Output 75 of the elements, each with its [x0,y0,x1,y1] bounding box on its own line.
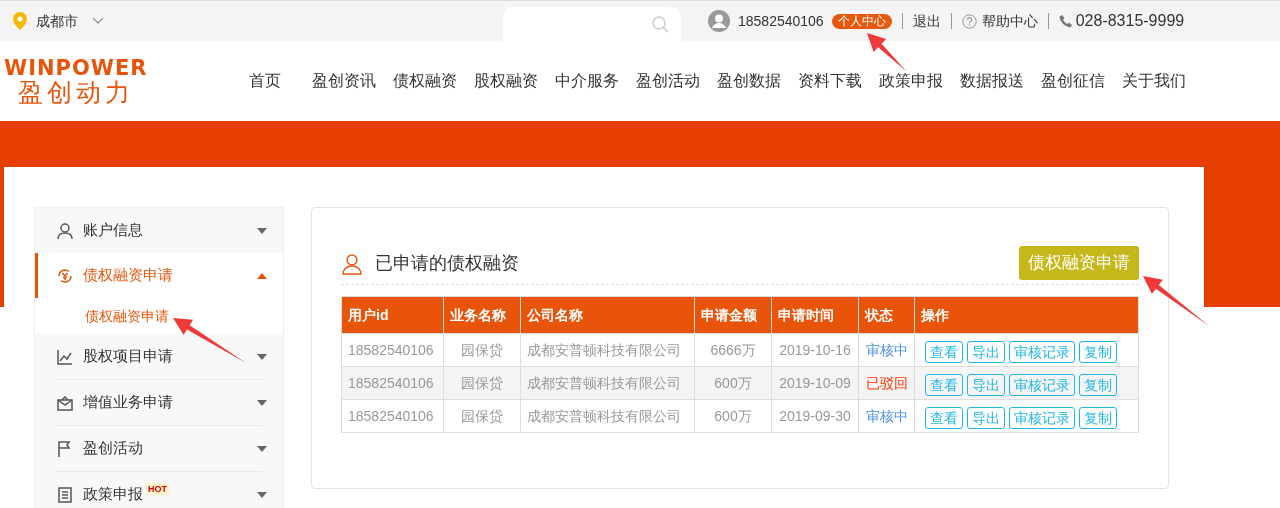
table-cell: 18582540106 [341,399,444,433]
annotation-arrow [867,33,906,71]
user-id: 18582540106 [738,11,824,31]
status-cell: 审核中 [858,333,915,367]
caret-down-icon [257,353,267,360]
table-cell: 2019-10-09 [771,366,859,400]
nav-link[interactable]: 债权融资 [393,69,457,93]
nav-link[interactable]: 首页 [249,69,281,93]
search-field[interactable] [503,7,681,41]
hot-badge: HOT [146,482,169,495]
caret-up-icon [257,272,267,279]
personal-center-link[interactable]: 个人中心 [831,13,892,29]
caret-down-icon [257,491,267,498]
city-label: 成都市 [36,11,78,31]
nav-link[interactable]: 盈创数据 [717,69,781,93]
status-cell: 已驳回 [858,366,915,400]
hotline-number: 028-8315-9999 [1075,11,1185,31]
caret-down-icon [257,399,267,406]
nav-link[interactable]: 关于我们 [1122,69,1186,93]
user-icon [341,252,363,275]
table-cell: 成都安普顿科技有限公司 [520,333,695,367]
sidebar-item[interactable]: 政策申报 HOT [35,472,283,508]
sidebar-item[interactable]: 增值业务申请 [35,380,283,425]
sidebar-item[interactable]: 股权项目申请 [35,334,283,379]
line-chart-icon [56,347,74,366]
table-cell: 成都安普顿科技有限公司 [520,366,695,400]
column-header: 状态 [858,296,915,334]
annotation-arrow [1143,276,1209,326]
chevron-down-icon[interactable] [92,17,104,25]
caret-down-icon [257,445,267,452]
sidebar-item[interactable]: 盈创活动 [35,426,283,471]
yuan-cycle-icon [56,266,74,285]
nav-link[interactable]: 数据报送 [960,69,1024,93]
avatar-icon[interactable] [708,10,730,32]
table-cell: 600万 [694,399,772,433]
nav-link[interactable]: 中介服务 [555,69,619,93]
section-title: 已申请的债权融资 [375,252,519,275]
table-cell: 2019-10-16 [771,333,859,367]
document-list-icon [56,485,74,504]
nav-link[interactable]: 盈创资讯 [312,69,376,93]
table-cell: 18582540106 [341,366,444,400]
caret-down-icon [257,227,267,234]
nav-link[interactable]: 政策申报 [879,69,943,93]
logo-chinese[interactable]: 盈创动力 [18,79,249,105]
user-icon [56,221,74,240]
table-cell: 园保贷 [443,333,521,367]
nav-link[interactable]: 资料下载 [798,69,862,93]
logout-link[interactable]: 退出 [912,10,941,32]
table-cell: 600万 [694,366,772,400]
table-cell: 6666万 [694,333,772,367]
help-center-link[interactable]: 帮助中心 [981,10,1038,32]
column-header: 用户id [341,296,444,334]
help-icon [961,13,977,29]
nav-link[interactable]: 盈创征信 [1041,69,1105,93]
status-cell: 审核中 [858,399,915,433]
table-cell: 园保贷 [443,399,521,433]
logo-text[interactable]: WINPOWER [4,57,249,79]
column-header: 公司名称 [520,296,695,334]
column-header: 申请时间 [771,296,859,334]
sidebar-subitem[interactable]: 债权融资申请 [35,298,283,334]
table-cell: 2019-09-30 [771,399,859,433]
briefcase-icon [56,393,74,412]
sidebar-item[interactable]: 债权融资申请 [35,253,283,298]
phone-icon [1058,14,1073,28]
column-header: 业务名称 [443,296,521,334]
search-icon [652,15,669,33]
location-pin-icon [13,12,27,30]
table-cell: 成都安普顿科技有限公司 [520,399,695,433]
table-cell: 18582540106 [341,333,444,367]
nav-link[interactable]: 股权融资 [474,69,538,93]
nav-link[interactable]: 盈创活动 [636,69,700,93]
table-cell: 园保贷 [443,366,521,400]
sidebar-item[interactable]: 账户信息 [35,208,283,253]
column-header: 操作 [914,296,1139,334]
column-header: 申请金额 [694,296,772,334]
